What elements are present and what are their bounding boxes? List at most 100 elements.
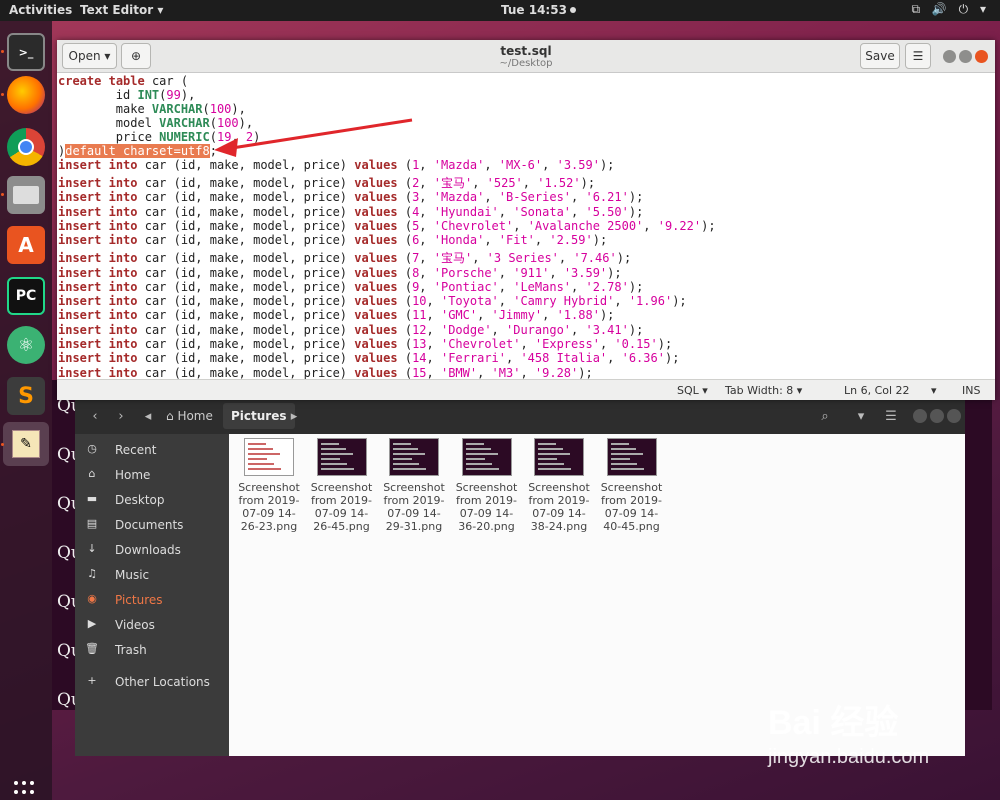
running-indicator xyxy=(1,93,4,96)
close-icon[interactable] xyxy=(947,409,961,423)
search-icon[interactable]: ⌕ xyxy=(813,405,837,427)
sidebar-item-other-locations[interactable]: + Other Locations xyxy=(75,671,229,693)
path-right-icon[interactable]: ▸ xyxy=(287,405,301,427)
tab-width-selector[interactable]: Tab Width: 8 ▾ xyxy=(725,384,802,397)
open-button[interactable]: Open ▾ xyxy=(62,43,117,69)
plus-icon: + xyxy=(87,674,97,687)
chrome-center xyxy=(18,139,34,155)
atom-icon[interactable]: ⚛ xyxy=(7,326,45,364)
file-item[interactable]: Screenshot from 2019-07-09 14-36-20.png xyxy=(452,438,522,533)
sql-code-line: model VARCHAR(100), xyxy=(58,116,254,130)
document-path: ~/Desktop xyxy=(499,58,553,69)
file-name: Screenshot from 2019-07-09 14-36-20.png xyxy=(455,481,518,533)
sql-insert-line: insert into car (id, make, model, price)… xyxy=(58,176,596,190)
file-name: Screenshot from 2019-07-09 14-29-31.png xyxy=(383,481,445,533)
sidebar-item-home[interactable]: ⌂ Home xyxy=(75,464,229,486)
sidebar-item-pictures[interactable]: ◉ Pictures xyxy=(75,589,229,611)
file-name: Screenshot from 2019-07-09 14-26-45.png xyxy=(310,481,373,533)
forward-icon[interactable]: › xyxy=(111,405,131,427)
sql-insert-line: insert into car (id, make, model, price)… xyxy=(58,190,644,205)
clock[interactable]: Tue 14:53 xyxy=(501,3,576,17)
sidebar-item-recent[interactable]: ◷ Recent xyxy=(75,439,229,461)
sublime-icon[interactable]: S xyxy=(7,377,45,415)
sql-insert-line: insert into car (id, make, model, price)… xyxy=(58,158,615,172)
file-item[interactable]: Screenshot from 2019-07-09 14-38-24.png xyxy=(524,438,594,533)
sidebar-item-label: Downloads xyxy=(115,543,181,557)
status-bar: SQL ▾ Tab Width: 8 ▾ Ln 6, Col 22 ▾ INS xyxy=(57,379,995,400)
sql-insert-line: insert into car (id, make, model, price)… xyxy=(58,204,644,219)
file-item[interactable]: Screenshot from 2019-07-09 14-40-45.png xyxy=(597,438,667,533)
sidebar-item-label: Documents xyxy=(115,518,184,532)
software-icon[interactable]: A xyxy=(7,226,45,264)
path-left-icon[interactable]: ◂ xyxy=(141,405,155,427)
menu-icon[interactable]: ☰ xyxy=(879,405,903,427)
running-indicator xyxy=(1,50,4,53)
document-title: test.sql xyxy=(500,44,552,58)
sidebar-item-documents[interactable]: ▤ Documents xyxy=(75,514,229,536)
sidebar-item-label: Trash xyxy=(115,643,147,657)
places-sidebar: ◷ Recent ⌂ Home ▬ Desktop ▤ Documents ↓ Downloads… xyxy=(75,434,229,756)
file-item[interactable]: Screenshot from 2019-07-09 14-29-31.png xyxy=(379,438,449,533)
chrome-icon[interactable] xyxy=(7,128,45,166)
save-button[interactable]: Save xyxy=(860,43,900,69)
system-tray[interactable]: ⧉ 🔊 ⏻ ▾ xyxy=(912,2,990,17)
file-name: Screenshot from 2019-07-09 14-40-45.png xyxy=(600,481,663,533)
music-icon: ♫ xyxy=(87,567,97,580)
code-editor[interactable]: create table car ( id INT(99), make VARC… xyxy=(57,73,995,379)
file-item[interactable]: Screenshot from 2019-07-09 14-26-23.png xyxy=(234,438,304,533)
open-label: Open xyxy=(68,49,101,63)
sql-insert-line: insert into car (id, make, model, price)… xyxy=(58,294,687,309)
firefox-icon[interactable] xyxy=(7,76,45,114)
sql-code-line: )default charset=utf8; xyxy=(58,144,217,158)
camera-icon: ◉ xyxy=(87,592,97,605)
sql-code-line: make VARCHAR(100), xyxy=(58,102,246,116)
maximize-icon[interactable] xyxy=(959,50,972,63)
path-home-label: Home xyxy=(177,409,213,423)
hamburger-menu-icon[interactable]: ☰ xyxy=(905,43,931,69)
sql-insert-line: insert into car (id, make, model, price)… xyxy=(58,337,673,351)
file-manager-header: ‹ › ◂ ⌂ Home Pictures ▸ ⌕ ▾ ☰ xyxy=(75,398,965,434)
clock-icon: ◷ xyxy=(87,442,97,455)
file-item[interactable]: Screenshot from 2019-07-09 14-26-45.png xyxy=(307,438,377,533)
show-applications-icon[interactable] xyxy=(14,781,38,800)
files-icon[interactable] xyxy=(7,176,45,214)
view-options-icon[interactable]: ▾ xyxy=(849,405,873,427)
sql-insert-line: insert into car (id, make, model, price)… xyxy=(58,308,615,323)
cursor-position[interactable]: Ln 6, Col 22 xyxy=(844,384,910,397)
sql-code-line: id INT(99), xyxy=(58,88,196,102)
download-icon: ↓ xyxy=(87,542,97,555)
sidebar-item-trash[interactable]: 🗑 Trash xyxy=(75,639,229,661)
dock: >_ A PC ⚛ S ✎ xyxy=(0,21,52,800)
language-selector[interactable]: SQL ▾ xyxy=(677,384,708,397)
baidu-watermark: Bai 经验 jingyan.baidu.com xyxy=(768,695,929,769)
editor-header: Open ▾ ⊕ test.sql ~/Desktop Save ☰ xyxy=(57,40,995,73)
sidebar-item-label: Pictures xyxy=(115,593,163,607)
running-indicator xyxy=(1,443,4,446)
sidebar-item-downloads[interactable]: ↓ Downloads xyxy=(75,539,229,561)
text-editor-icon[interactable]: ✎ xyxy=(3,422,49,466)
sidebar-item-label: Other Locations xyxy=(115,675,210,689)
top-bar: Activities Text Editor ▾ Tue 14:53 ⧉ 🔊 ⏻… xyxy=(0,0,1000,21)
sql-insert-line: insert into car (id, make, model, price)… xyxy=(58,365,593,379)
terminal-icon[interactable]: >_ xyxy=(7,33,45,71)
path-home[interactable]: ⌂ Home xyxy=(158,403,221,429)
sidebar-item-music[interactable]: ♫ Music xyxy=(75,564,229,586)
sidebar-item-videos[interactable]: ▶ Videos xyxy=(75,614,229,636)
pycharm-icon[interactable]: PC xyxy=(7,277,45,315)
maximize-icon[interactable] xyxy=(930,409,944,423)
back-icon[interactable]: ‹ xyxy=(85,405,105,427)
overwrite-dropdown-icon[interactable]: ▾ xyxy=(931,384,937,397)
app-menu[interactable]: Text Editor ▾ xyxy=(80,3,163,17)
document-icon: ▤ xyxy=(86,517,98,530)
sql-insert-line: insert into car (id, make, model, price)… xyxy=(58,218,716,233)
path-pictures[interactable]: Pictures xyxy=(223,403,295,429)
new-tab-icon[interactable]: ⊕ xyxy=(121,43,151,69)
minimize-icon[interactable] xyxy=(943,50,956,63)
sql-insert-line: insert into car (id, make, model, price)… xyxy=(58,265,622,280)
sidebar-item-label: Videos xyxy=(115,618,155,632)
text-editor-window: Open ▾ ⊕ test.sql ~/Desktop Save ☰ creat… xyxy=(57,40,995,400)
sidebar-item-desktop[interactable]: ▬ Desktop xyxy=(75,489,229,511)
activities-button[interactable]: Activities xyxy=(9,3,72,17)
minimize-icon[interactable] xyxy=(913,409,927,423)
close-icon[interactable] xyxy=(975,50,988,63)
